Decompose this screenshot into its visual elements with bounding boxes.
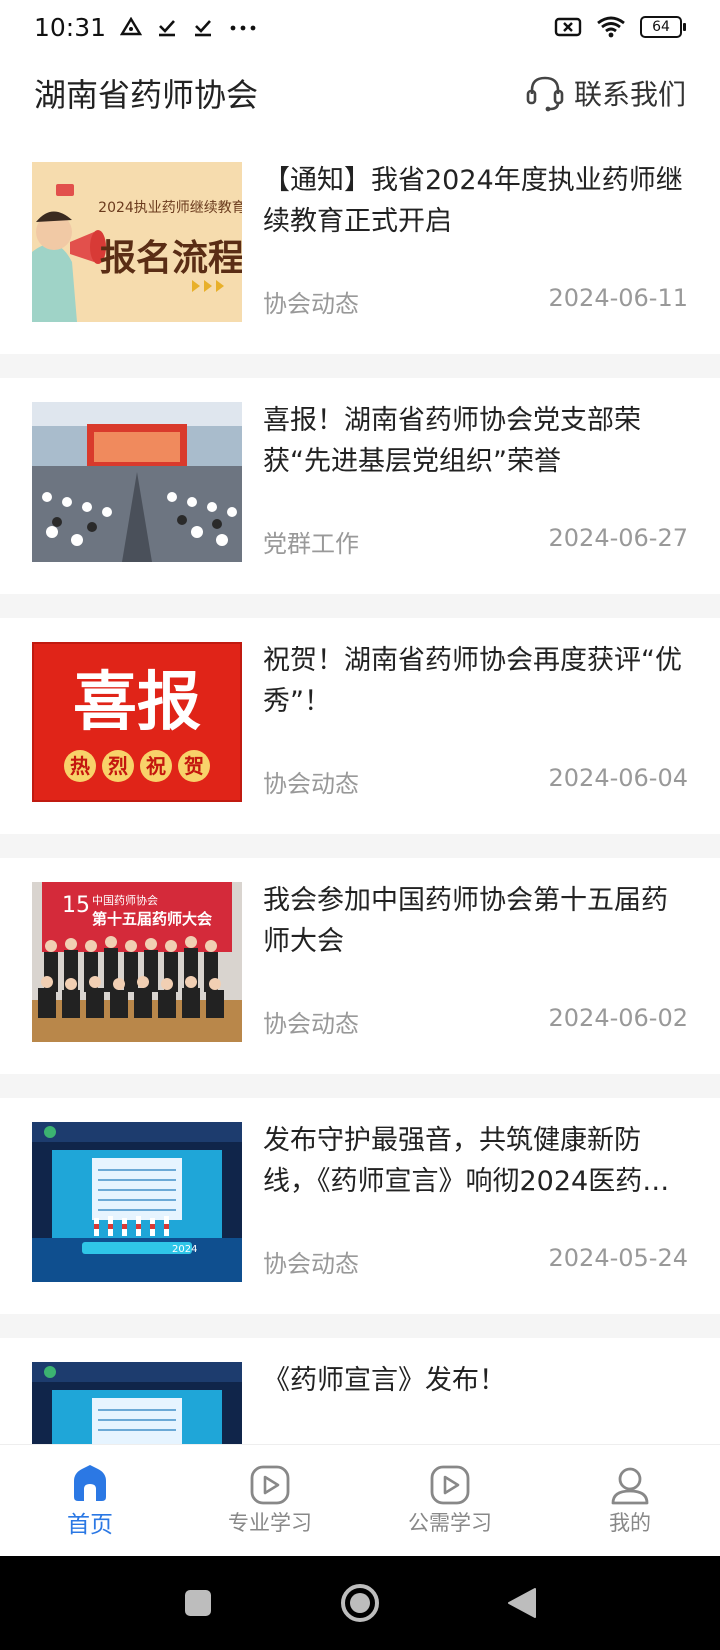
battery-icon: 64 [640,16,686,38]
article-date: 2024-06-02 [548,1004,688,1032]
back-icon[interactable] [507,1587,537,1619]
article-item[interactable]: 15 中国药师协会 第十五届药师大会 我会参加中国药师协会第十五届药师大会 协会… [0,858,720,1074]
tab-professional-study[interactable]: 专业学习 [180,1445,360,1556]
sim-x-icon [554,17,582,37]
article-thumbnail: 喜报 热 烈 祝 贺 [32,642,242,802]
thumb-number: 15 [62,893,90,918]
article-category: 协会动态 [263,770,359,798]
contact-us-button[interactable]: 联系我们 [524,72,686,114]
thumb-banner-line: 第十五届药师大会 [92,910,212,928]
article-title: 发布守护最强音，共筑健康新防线，《药师宣言》响彻2024医药… [263,1125,670,1197]
article-category: 协会动态 [263,1010,359,1038]
article-list[interactable]: 2024执业药师继续教育 报名流程 【通知】我省2024年度执业药师继续教育正式… [0,138,720,1444]
article-thumbnail: 2024执业药师继续教育 报名流程 [32,162,242,322]
article-title: 我会参加中国药师协会第十五届药师大会 [263,885,668,957]
system-nav-bar [0,1556,720,1650]
battery-level: 64 [640,16,682,38]
home-circle-icon[interactable] [340,1583,380,1623]
article-thumbnail [32,402,242,562]
more-icon [230,25,256,31]
status-time: 10:31 [34,12,107,42]
home-icon [74,1464,106,1501]
article-category: 协会动态 [263,1250,359,1278]
headset-icon [526,76,564,112]
tab-label: 首页 [67,1511,113,1538]
page-title: 湖南省药师协会 [34,76,259,114]
article-date: 2024-05-24 [548,1244,688,1272]
thumb-heading: 喜报 [73,666,201,740]
wifi-icon [597,16,625,38]
tab-mine[interactable]: 我的 [540,1445,720,1556]
article-thumbnail: 2024 [32,1122,242,1282]
article-thumbnail [32,1362,242,1444]
article-date: 2024-06-27 [548,524,688,552]
tab-label: 我的 [609,1510,651,1535]
article-category: 协会动态 [263,290,359,318]
play-icon [250,1465,290,1504]
article-item[interactable]: 《药师宣言》发布！ [0,1338,720,1444]
tab-label: 专业学习 [228,1510,312,1535]
article-item[interactable]: 喜报！湖南省药师协会党支部荣获“先进基层党组织”荣誉 党群工作 2024-06-… [0,378,720,594]
thumb-label: 2024 [172,1244,197,1255]
article-title: 《药师宣言》发布！ [263,1365,506,1396]
download-done-icon [195,20,212,37]
thumb-heading: 报名流程 [100,238,242,279]
article-category: 党群工作 [263,530,359,558]
tab-public-study[interactable]: 公需学习 [360,1445,540,1556]
article-title: 祝贺！湖南省药师协会再度获评“优秀”！ [263,645,682,717]
download-done-icon [159,20,176,37]
user-icon [611,1467,649,1504]
contact-us-label: 联系我们 [573,78,686,111]
tab-home[interactable]: 首页 [0,1445,180,1556]
play-icon [430,1465,470,1504]
article-item[interactable]: 2024执业药师继续教育 报名流程 【通知】我省2024年度执业药师继续教育正式… [0,138,720,354]
recents-icon[interactable] [183,1588,213,1618]
thumb-char: 热 [70,754,90,778]
thumb-banner-line: 中国药师协会 [92,893,158,907]
thumb-char: 烈 [108,754,128,778]
thumb-subtitle: 2024执业药师继续教育 [98,199,242,216]
tab-label: 公需学习 [408,1510,492,1535]
article-item[interactable]: 2024 发布守护最强音，共筑健康新防线，《药师宣言》响彻2024医药… 协会动… [0,1098,720,1314]
article-date: 2024-06-04 [548,764,688,792]
app-header: 湖南省药师协会 联系我们 [0,54,720,132]
status-bar: 10:31 64 [0,0,720,54]
article-title: 喜报！湖南省药师协会党支部荣获“先进基层党组织”荣誉 [263,405,641,477]
article-date: 2024-06-11 [548,284,688,312]
drive-icon [120,17,143,36]
article-thumbnail: 15 中国药师协会 第十五届药师大会 [32,882,242,1042]
thumb-char: 祝 [146,754,166,778]
article-item[interactable]: 喜报 热 烈 祝 贺 祝贺！湖南省药师协会再度获评“优秀”！ 协会动态 2024… [0,618,720,834]
thumb-char: 贺 [184,754,204,778]
article-title: 【通知】我省2024年度执业药师继续教育正式开启 [263,165,683,237]
bottom-tab-bar: 首页 专业学习 公需学习 我的 [0,1444,720,1556]
